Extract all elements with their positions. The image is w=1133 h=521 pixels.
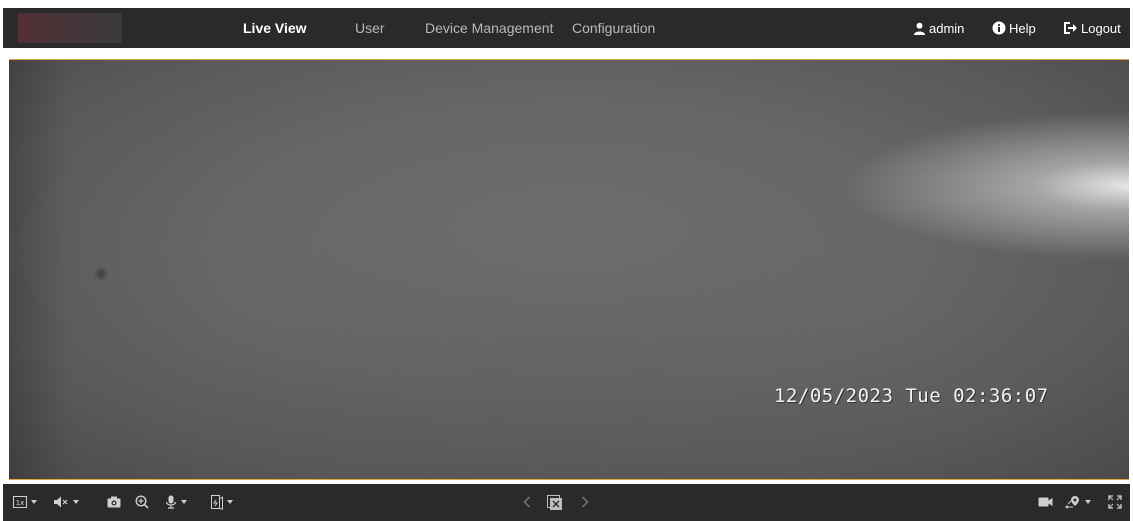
previous-page-button[interactable] [523, 492, 531, 512]
chevron-down-icon [73, 500, 79, 504]
user-menu[interactable]: admin [913, 8, 964, 48]
location-pin-icon [1065, 496, 1079, 509]
fullscreen-button[interactable] [1108, 492, 1122, 512]
video-camera-icon [1038, 497, 1053, 507]
info-icon [992, 21, 1006, 35]
user-name: admin [929, 20, 965, 36]
live-view-toolbar: 1x [3, 484, 1130, 521]
stop-all-preview-button[interactable] [547, 492, 562, 512]
logout-button[interactable]: Logout [1063, 8, 1121, 48]
fullscreen-icon [1108, 495, 1122, 509]
svg-text:1x: 1x [16, 499, 25, 507]
audio-button[interactable] [54, 492, 79, 512]
window-division-button[interactable]: 1x [13, 492, 37, 512]
nav-device-management[interactable]: Device Management [425, 8, 553, 48]
capture-button[interactable] [107, 492, 121, 512]
logout-label: Logout [1081, 20, 1121, 36]
live-video-window[interactable]: 12/05/2023 Tue 02:36:07 [9, 59, 1129, 480]
stop-all-icon [547, 494, 562, 510]
ptz-position-button[interactable] [1065, 492, 1091, 512]
chevron-down-icon [227, 500, 233, 504]
stream-type-button[interactable] [211, 492, 233, 512]
main-nav: Live View User Device Management Configu… [3, 8, 1130, 48]
audio-mute-icon [54, 496, 68, 508]
digital-zoom-button[interactable] [135, 492, 149, 512]
user-icon [913, 22, 926, 35]
nav-live-view[interactable]: Live View [243, 8, 307, 48]
window-division-icon: 1x [13, 496, 27, 508]
osd-timestamp: 12/05/2023 Tue 02:36:07 [774, 385, 1049, 407]
microphone-icon [165, 495, 177, 509]
stream-icon [211, 494, 223, 510]
chevron-down-icon [31, 500, 37, 504]
lens-spot [93, 267, 109, 281]
chevron-left-icon [523, 496, 530, 508]
chevron-down-icon [181, 500, 187, 504]
logout-icon [1064, 22, 1077, 34]
next-page-button[interactable] [581, 492, 589, 512]
two-way-audio-button[interactable] [165, 492, 187, 512]
top-navigation-bar: Live View User Device Management Configu… [3, 8, 1130, 48]
chevron-down-icon [1085, 500, 1091, 504]
help-button[interactable]: Help [992, 8, 1036, 48]
chevron-right-icon [582, 496, 589, 508]
nav-configuration[interactable]: Configuration [572, 8, 655, 48]
record-button[interactable] [1038, 492, 1053, 512]
camera-icon [107, 496, 121, 508]
zoom-in-icon [135, 495, 149, 509]
help-label: Help [1009, 20, 1036, 36]
nav-user[interactable]: User [355, 8, 385, 48]
